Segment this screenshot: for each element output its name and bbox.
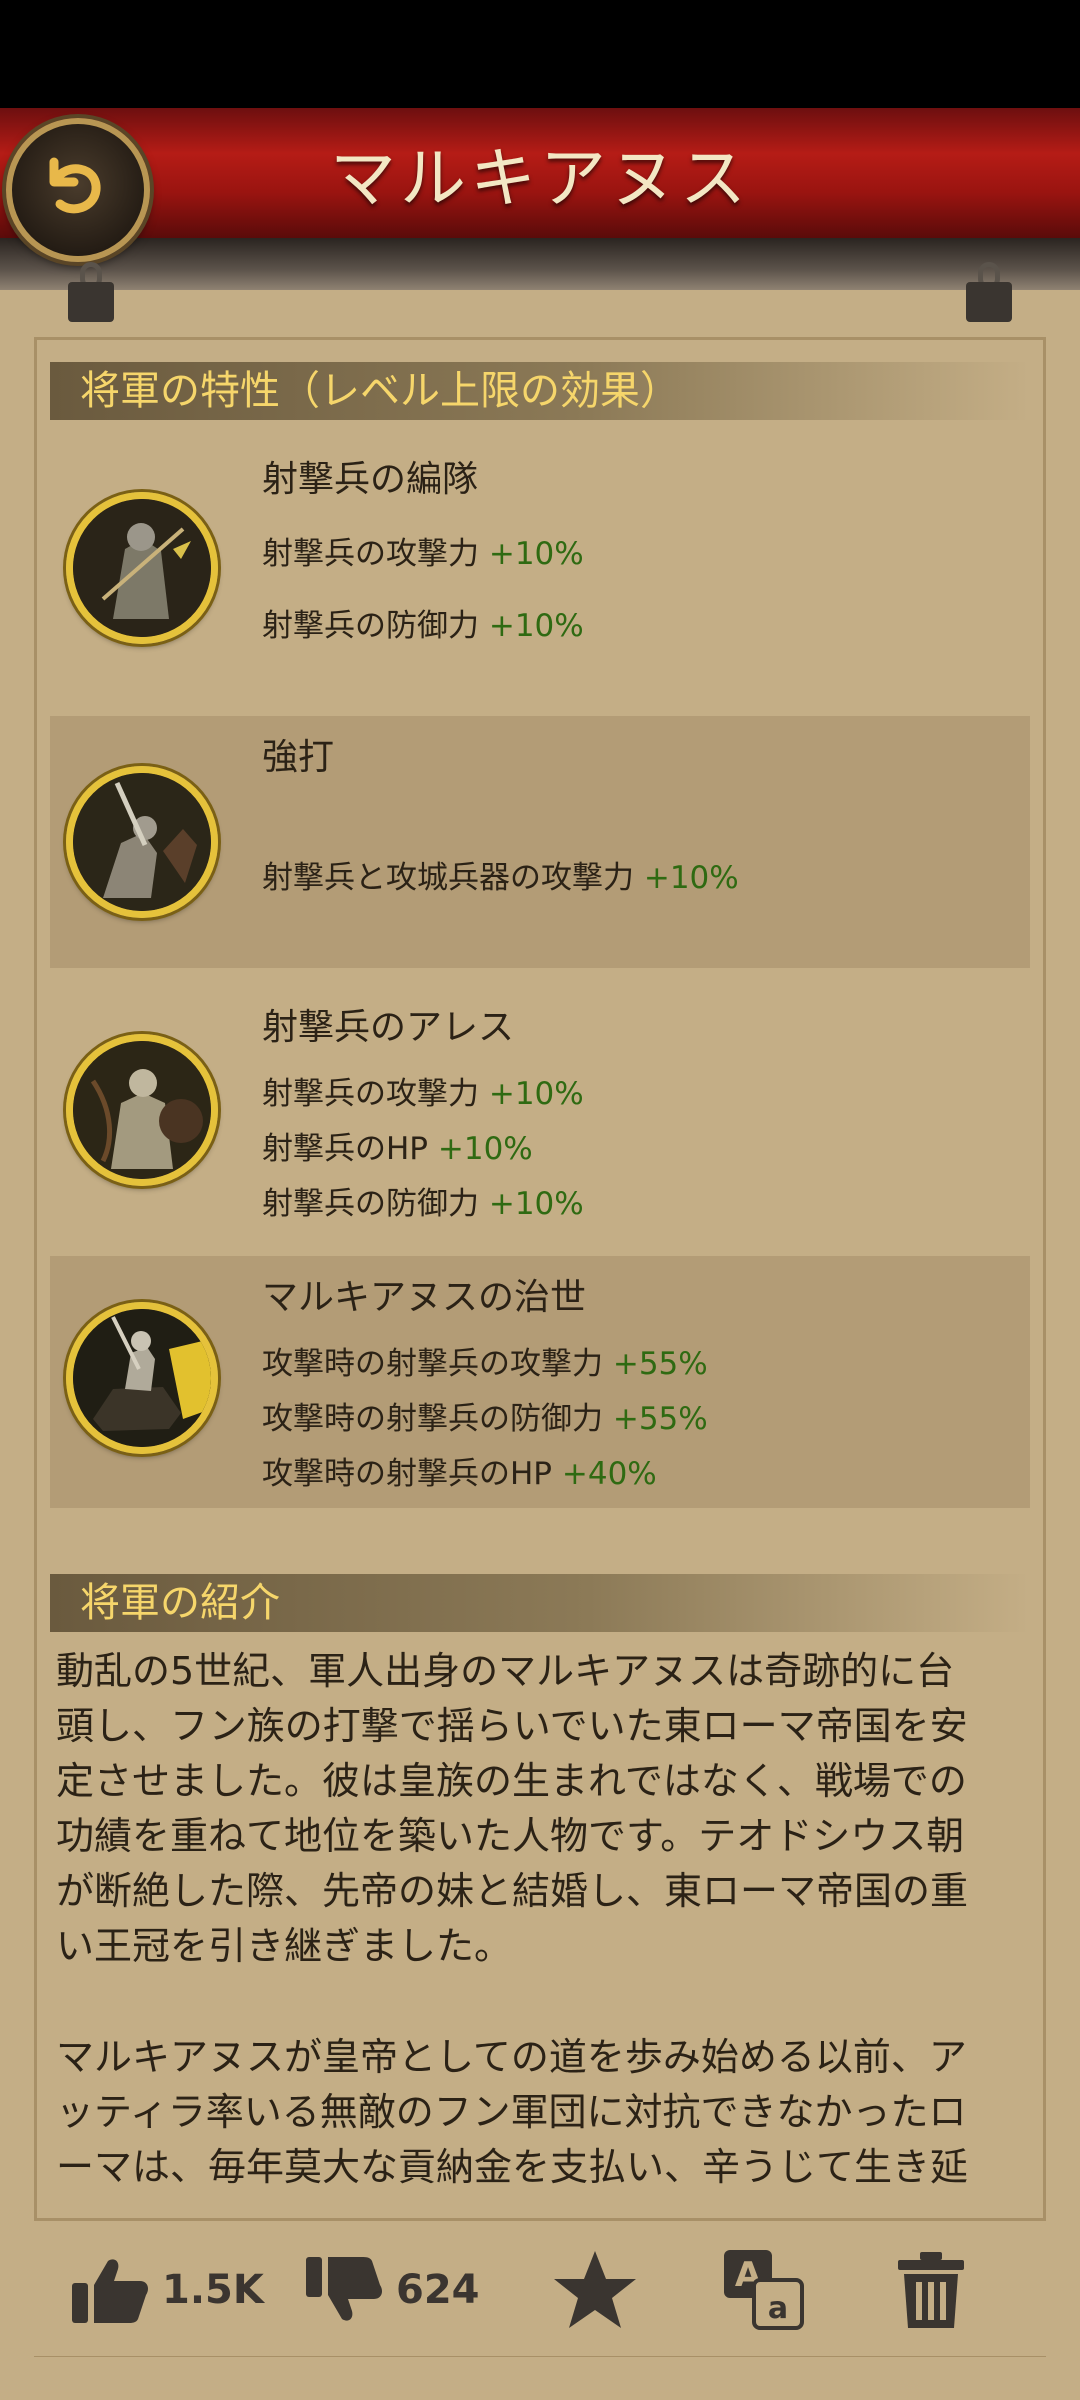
- traits-heading: 将軍の特性（レベル上限の効果）: [50, 362, 1030, 420]
- thumbs-down-icon: [306, 2257, 382, 2321]
- page-title: マルキアヌス: [330, 140, 750, 217]
- skill-stat: 攻撃時の射撃兵のHP +40%: [262, 1456, 657, 1492]
- back-arrow-icon: [49, 157, 101, 214]
- hanging-hook-left: [68, 262, 114, 328]
- like-count: 1.5K: [162, 2267, 264, 2313]
- skill-stat: 射撃兵の攻撃力 +10%: [262, 536, 584, 572]
- skill-name: マルキアヌスの治世: [262, 1277, 587, 1318]
- skill-stat: 射撃兵の防御力 +10%: [262, 1186, 584, 1222]
- skill-stat: 射撃兵と攻城兵器の攻撃力 +10%: [262, 860, 739, 896]
- translate-icon: A a: [724, 2250, 804, 2330]
- star-icon: [554, 2251, 636, 2328]
- marcian-reign-emblem-icon: [66, 1302, 218, 1454]
- skill-row[interactable]: 射撃兵の編隊 射撃兵の攻撃力 +10% 射撃兵の防御力 +10%: [50, 430, 1030, 700]
- banner-rail: [0, 238, 1080, 290]
- skill-name: 射撃兵のアレス: [262, 1007, 515, 1048]
- skill-stat: 射撃兵の攻撃力 +10%: [262, 1076, 584, 1112]
- back-button[interactable]: [6, 118, 150, 262]
- skill-stat: 攻撃時の射撃兵の攻撃力 +55%: [262, 1346, 708, 1382]
- dislike-button[interactable]: 624: [304, 2221, 480, 2359]
- intro-heading: 将軍の紹介: [50, 1574, 1030, 1632]
- trash-icon: [898, 2252, 964, 2328]
- intro-paragraph-1: 動乱の5世紀、軍人出身のマルキアヌスは奇跡的に台 頭し、フン族の打撃で揺らいでい…: [56, 1649, 969, 1968]
- intro-paragraph-2: マルキアヌスが皇帝としての道を歩み始める以前、ア ッティラ率いる無敵のフン軍団に…: [56, 2035, 969, 2189]
- dislike-count: 624: [396, 2267, 480, 2313]
- skill-row[interactable]: マルキアヌスの治世 攻撃時の射撃兵の攻撃力 +55% 攻撃時の射撃兵の防御力 +…: [50, 1256, 1030, 1508]
- skill-stat: 射撃兵のHP +10%: [262, 1131, 533, 1167]
- skill-stat: 攻撃時の射撃兵の防御力 +55%: [262, 1401, 708, 1437]
- hanging-hook-right: [966, 262, 1012, 328]
- svg-text:a: a: [768, 2291, 788, 2326]
- skill-stat: 射撃兵の防御力 +10%: [262, 608, 584, 644]
- like-button[interactable]: 1.5K: [70, 2221, 264, 2359]
- action-bar: 1.5K 624 A a: [34, 2218, 1046, 2356]
- archer-ares-emblem-icon: [66, 1034, 218, 1186]
- skill-row[interactable]: 強打 射撃兵と攻城兵器の攻撃力 +10%: [50, 716, 1030, 968]
- favorite-button[interactable]: [552, 2221, 638, 2359]
- translate-button[interactable]: A a: [722, 2221, 806, 2359]
- archer-formation-emblem-icon: [66, 492, 218, 644]
- delete-button[interactable]: [896, 2221, 966, 2359]
- status-bar: [0, 0, 1080, 108]
- skill-name: 射撃兵の編隊: [262, 459, 479, 500]
- skill-name: 強打: [262, 737, 335, 778]
- power-strike-emblem-icon: [66, 766, 218, 918]
- skill-row[interactable]: 射撃兵のアレス 射撃兵の攻撃力 +10% 射撃兵のHP +10% 射撃兵の防御力…: [50, 984, 1030, 1236]
- thumbs-up-icon: [72, 2259, 148, 2323]
